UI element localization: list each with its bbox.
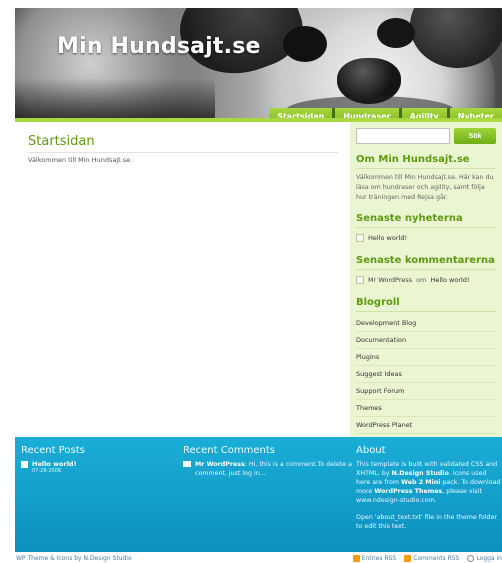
header-banner: Min Hundsajt.se Startsidan Hundraser Agi… — [15, 8, 502, 118]
recent-post-date: 07-28-2008 — [32, 468, 62, 474]
wp-theme-link[interactable]: WP Theme — [16, 555, 48, 562]
search-input[interactable] — [356, 128, 450, 144]
page-body: Välkommen till Min Hundsajt.se. — [28, 156, 133, 164]
about-footer-text: This template is built with validated CS… — [356, 460, 502, 505]
list-item: Documentation — [356, 332, 496, 349]
credit-separator: by — [72, 555, 84, 562]
blogroll-link[interactable]: Plugins — [356, 353, 379, 361]
footer: Recent Posts Hello world! 07-28-2008 Rec… — [15, 437, 502, 552]
about-footer-heading: About — [356, 445, 386, 456]
about-heading: Om Min Hundsajt.se — [356, 154, 496, 169]
news-list: Hello world! — [356, 231, 496, 245]
blogroll-link[interactable]: Development Blog — [356, 319, 416, 327]
bottom-bar: WP Theme & Icons by N.Design Studio Entr… — [0, 553, 502, 563]
list-item: Suggest Ideas — [356, 366, 496, 383]
sidebar: Sök Om Min Hundsajt.se Välkommen till Mi… — [350, 122, 502, 437]
list-item: Support Forum — [356, 383, 496, 400]
web2mini-link[interactable]: Web 2 Mini — [401, 479, 440, 486]
recent-comments-heading: Recent Comments — [183, 445, 275, 456]
recent-posts-heading: Recent Posts — [21, 445, 85, 456]
list-item: Themes — [356, 400, 496, 417]
comments-heading: Senaste kommentarerna — [356, 255, 496, 270]
entries-rss-link[interactable]: Entries RSS — [352, 555, 397, 562]
login-label: Logga in — [476, 555, 502, 562]
bottom-links: Entries RSS Comments RSS Logga in — [352, 555, 502, 562]
about-footer-note: Open 'about_text.txt' file in the theme … — [356, 514, 497, 530]
blogroll-link[interactable]: WordPress Planet — [356, 421, 412, 429]
ndesign-link[interactable]: N.Design Studio — [392, 470, 449, 477]
page-title: Startsidan — [28, 134, 338, 153]
comments-rss-label: Comments RSS — [413, 555, 460, 562]
main-nav: Startsidan Hundraser Agility Nyheter — [269, 108, 502, 118]
dog-eye-right — [377, 18, 415, 48]
credit-separator: & — [48, 555, 57, 562]
blogroll-link[interactable]: Documentation — [356, 336, 406, 344]
blogroll-list: Development Blog Documentation Plugins S… — [356, 315, 496, 434]
recent-comment-author[interactable]: Mr WordPress — [195, 461, 245, 468]
blogroll-link[interactable]: Support Forum — [356, 387, 404, 395]
list-item: Plugins — [356, 349, 496, 366]
list-item: WordPress Planet — [356, 417, 496, 434]
comments-list: Mr WordPress om Hello world! — [356, 273, 496, 287]
comment-icon — [183, 461, 191, 467]
ndesign-studio-link[interactable]: N.Design Studio — [84, 555, 132, 562]
footer-about: About This template is built with valida… — [356, 445, 502, 531]
icons-link[interactable]: Icons — [57, 555, 73, 562]
comment-post-link[interactable]: Hello world! — [430, 276, 469, 284]
list-item: Mr WordPress: Hi, this is a comment.To d… — [183, 460, 353, 478]
document-icon — [21, 461, 28, 468]
nav-tab-hundraser[interactable]: Hundraser — [332, 108, 399, 118]
document-icon — [356, 234, 364, 242]
nav-tab-nyheter[interactable]: Nyheter — [446, 108, 502, 118]
user-icon — [467, 555, 475, 562]
theme-credit: WP Theme & Icons by N.Design Studio — [16, 555, 132, 562]
rss-icon — [352, 555, 360, 562]
login-link[interactable]: Logga in — [467, 555, 502, 562]
list-item: Mr WordPress om Hello world! — [356, 273, 496, 287]
comments-rss-link[interactable]: Comments RSS — [404, 555, 459, 562]
nav-tab-agility[interactable]: Agility — [398, 108, 447, 118]
list-item: Hello world! — [356, 231, 496, 245]
footer-recent-posts: Recent Posts Hello world! 07-28-2008 — [21, 445, 171, 474]
news-link[interactable]: Hello world! — [368, 234, 407, 242]
blogroll-link[interactable]: Suggest Ideas — [356, 370, 402, 378]
comment-on: om — [416, 276, 427, 284]
news-heading: Senaste nyheterna — [356, 213, 496, 228]
recent-post-link[interactable]: Hello world! — [32, 460, 77, 468]
search-button[interactable]: Sök — [454, 128, 496, 144]
blogroll-heading: Blogroll — [356, 297, 496, 312]
header-shadow — [15, 78, 215, 118]
list-item: Development Blog — [356, 315, 496, 332]
about-text: Välkommen till Min Hundsajt.se. Här kan … — [356, 174, 494, 201]
main-content: Startsidan Välkommen till Min Hundsajt.s… — [28, 134, 338, 164]
blogroll-link[interactable]: Themes — [356, 404, 382, 412]
footer-recent-comments: Recent Comments Mr WordPress: Hi, this i… — [183, 445, 353, 478]
nav-tab-startsidan[interactable]: Startsidan — [269, 108, 333, 118]
wordpress-themes-link[interactable]: WordPress Themes — [374, 488, 442, 495]
search-form: Sök — [356, 128, 496, 144]
comment-icon — [356, 276, 364, 284]
dog-eye-left — [283, 26, 327, 62]
rss-icon — [404, 555, 412, 562]
list-item: Hello world! 07-28-2008 — [21, 460, 171, 474]
entries-rss-label: Entries RSS — [361, 555, 397, 562]
site-title[interactable]: Min Hundsajt.se — [57, 34, 261, 59]
comment-author: Mr WordPress — [368, 276, 413, 284]
